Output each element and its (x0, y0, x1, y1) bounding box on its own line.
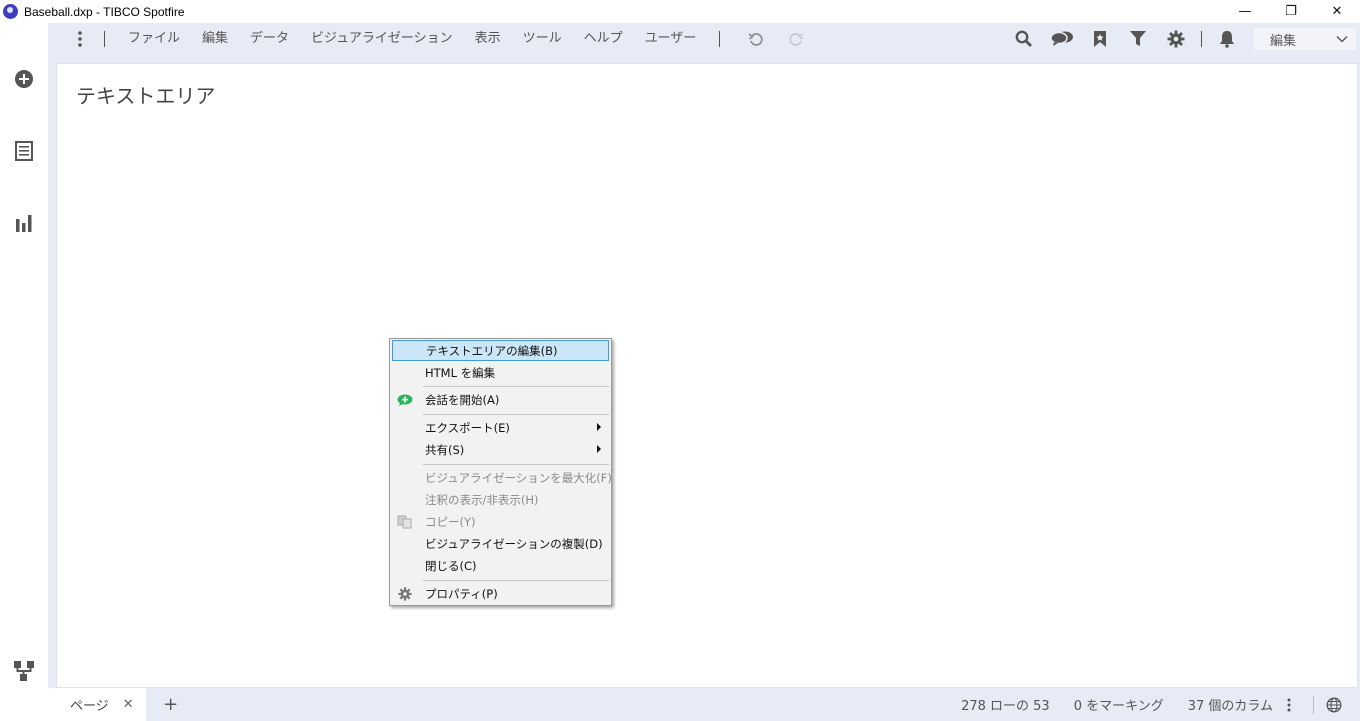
copy-icon (397, 514, 413, 530)
menu-item-label: 閉じる(C) (425, 558, 477, 573)
spotfire-app-icon (3, 4, 18, 19)
undo-button[interactable] (744, 27, 768, 51)
mode-select-value: 編集 (1270, 33, 1297, 49)
menu-help[interactable]: ヘルプ (573, 27, 634, 51)
menu-item-copy: コピー(Y) (392, 511, 609, 532)
marking-status[interactable]: 0 をマーキング (1074, 695, 1164, 714)
toolbar-right: 編集 (1005, 23, 1360, 55)
menu-separator (423, 464, 609, 465)
data-flow-icon (14, 661, 34, 681)
bell-icon (1220, 31, 1234, 48)
bottom-bar: ページ ✕ + 278 ローの 53 0 をマーキング 37 個のカラム (48, 688, 1360, 721)
vertical-dots-icon (78, 31, 82, 47)
submenu-arrow-icon (597, 423, 601, 431)
columns-status[interactable]: 37 個のカラム (1188, 695, 1273, 714)
data-canvas-button[interactable] (12, 659, 36, 683)
close-page-icon[interactable]: ✕ (123, 697, 134, 712)
status-divider (1313, 695, 1314, 714)
menu-data[interactable]: データ (239, 27, 300, 51)
filters-button[interactable] (1125, 26, 1151, 52)
menu-separator (423, 414, 609, 415)
maximize-button[interactable]: ❐ (1268, 0, 1314, 23)
vertical-dots-icon[interactable] (1287, 698, 1291, 712)
menu-item-label: ビジュアライゼーションの複製(D) (425, 536, 603, 551)
gear-icon (1167, 30, 1185, 48)
menu-tools[interactable]: ツール (512, 27, 573, 51)
context-menu: テキストエリアの編集(B) HTML を編集 会話を開始(A) エクスポート(E… (389, 338, 612, 606)
menu-bar: ファイル 編集 データ ビジュアライゼーション 表示 ツール ヘルプ ユーザー (48, 23, 1360, 55)
page-canvas: テキストエリア (56, 63, 1358, 688)
notifications-button[interactable] (1214, 26, 1240, 52)
menu-item-share[interactable]: 共有(S) (392, 439, 609, 460)
files-and-data-button[interactable] (12, 139, 36, 163)
menu-item-label: HTML を編集 (425, 365, 496, 380)
menu-divider (104, 31, 105, 47)
menu-item-start-conversation[interactable]: 会話を開始(A) (392, 389, 609, 410)
menu-file[interactable]: ファイル (117, 27, 191, 51)
menu-item-label: エクスポート(E) (425, 420, 510, 435)
submenu-arrow-icon (597, 445, 601, 453)
visualization-title[interactable]: テキストエリア (76, 80, 215, 109)
main-frame: ファイル 編集 データ ビジュアライゼーション 表示 ツール ヘルプ ユーザー (48, 23, 1360, 721)
bookmark-icon (1094, 31, 1106, 47)
more-menu-button[interactable] (68, 27, 92, 51)
menu-separator (423, 386, 609, 387)
left-rail (0, 23, 48, 721)
list-icon (15, 141, 33, 161)
window-title: Baseball.dxp - TIBCO Spotfire (24, 4, 185, 19)
chevron-down-icon (1336, 36, 1348, 43)
gear-icon (397, 586, 413, 602)
menu-item-close[interactable]: 閉じる(C) (392, 555, 609, 576)
window-controls: — ❐ ✕ (1222, 0, 1360, 23)
plus-circle-icon (15, 70, 33, 88)
close-button[interactable]: ✕ (1314, 0, 1360, 23)
add-page-button[interactable]: + (160, 694, 182, 716)
menu-item-duplicate-visualization[interactable]: ビジュアライゼーションの複製(D) (392, 533, 609, 554)
menu-item-edit-text-area[interactable]: テキストエリアの編集(B) (392, 340, 609, 361)
filter-icon (1130, 31, 1146, 46)
menu-view[interactable]: 表示 (464, 27, 512, 51)
menu-item-maximize-visualization: ビジュアライゼーションを最大化(F) (392, 467, 612, 488)
redo-icon (789, 33, 804, 46)
minimize-button[interactable]: — (1222, 0, 1268, 23)
menu-visualization[interactable]: ビジュアライゼーション (300, 27, 464, 51)
chat-bubbles-icon (1050, 31, 1073, 46)
page-tab-label: ページ (70, 699, 109, 714)
settings-button[interactable] (1163, 26, 1189, 52)
menu-divider (719, 31, 721, 47)
status-area: 278 ローの 53 0 をマーキング 37 個のカラム (961, 688, 1360, 721)
undo-icon (748, 33, 763, 46)
menu-item-label: 共有(S) (425, 442, 465, 457)
toolbar-divider (1201, 31, 1202, 47)
redo-button[interactable] (784, 27, 808, 51)
add-data-button[interactable] (12, 67, 36, 91)
menu-edit[interactable]: 編集 (191, 27, 239, 51)
bar-chart-icon (16, 215, 32, 232)
menu-item-properties[interactable]: プロパティ(P) (392, 583, 609, 604)
menu-item-label: プロパティ(P) (425, 586, 498, 601)
mode-select[interactable]: 編集 (1254, 28, 1356, 50)
menu-item-export[interactable]: エクスポート(E) (392, 417, 609, 438)
rows-status[interactable]: 278 ローの 53 (961, 695, 1050, 714)
chat-plus-icon (397, 392, 413, 408)
menu-item-label: コピー(Y) (425, 514, 476, 529)
menu-item-label: 会話を開始(A) (425, 392, 500, 407)
search-icon (1015, 30, 1032, 47)
globe-icon[interactable] (1326, 697, 1342, 713)
menu-item-toggle-annotations: 注釈の表示/非表示(H) (392, 489, 609, 510)
search-button[interactable] (1011, 26, 1037, 52)
collaboration-button[interactable] (1049, 26, 1075, 52)
window-title-bar: Baseball.dxp - TIBCO Spotfire — ❐ ✕ (0, 0, 1360, 23)
menu-separator (423, 580, 609, 581)
menu-item-label: 注釈の表示/非表示(H) (425, 492, 539, 507)
bookmarks-button[interactable] (1087, 26, 1113, 52)
menu-item-edit-html[interactable]: HTML を編集 (392, 362, 609, 383)
visualization-types-button[interactable] (12, 211, 36, 235)
menu-user[interactable]: ユーザー (634, 27, 708, 51)
menu-item-label: テキストエリアの編集(B) (426, 343, 558, 358)
menu-item-label: ビジュアライゼーションを最大化(F) (425, 470, 612, 485)
page-tab[interactable]: ページ ✕ (48, 688, 146, 721)
